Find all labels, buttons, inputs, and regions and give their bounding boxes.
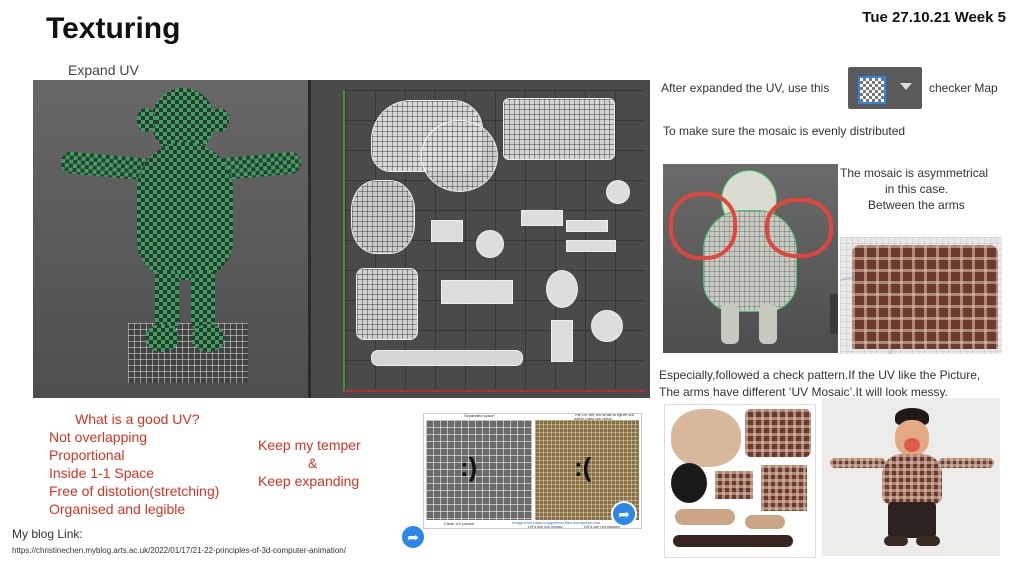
- blog-label: My blog Link:: [12, 527, 83, 541]
- render-shirt: [882, 454, 942, 504]
- motto-line-3: Keep expanding: [258, 473, 360, 489]
- skin-shell: [671, 409, 741, 467]
- uv-shell-small-i: [591, 310, 623, 342]
- motto-line-2: &: [308, 455, 318, 471]
- final-character-render: [822, 398, 1000, 556]
- uv-shell-small-d: [566, 220, 608, 232]
- caption-not-packed: UV's are not packed: [584, 524, 620, 529]
- pattern-text-1: Especially,followed a check pattern.If t…: [659, 368, 981, 382]
- uv-shell-strip: [371, 350, 523, 366]
- character-leg-right: [191, 270, 215, 330]
- good-uv-item: Proportional: [49, 447, 125, 463]
- render-arm-right: [938, 458, 994, 468]
- shoe-shell-2: [745, 515, 785, 529]
- share-arrow-icon[interactable]: ➦: [611, 501, 637, 527]
- sad-face-icon: :(: [574, 452, 592, 482]
- checker-map-label: checker Map: [929, 81, 998, 95]
- uv-shell-small-b: [476, 230, 504, 258]
- character-ear-right: [211, 108, 229, 132]
- good-uv-item: Not overlapping: [49, 429, 148, 445]
- uv-shell-small-f: [546, 270, 578, 308]
- sleeve-shell: [715, 471, 753, 499]
- shoe-shell: [675, 509, 735, 525]
- asymmetry-screenshot: [663, 164, 838, 353]
- uv-shell-small-e: [566, 240, 616, 252]
- asymmetry-text-3: Between the arms: [868, 198, 965, 212]
- uv-shell-small-a: [431, 220, 463, 242]
- page-title: Texturing: [46, 12, 181, 45]
- viewport-scroll-strip: [830, 294, 838, 334]
- uv-comparison-image: :) :( Separated space The UV are too sma…: [423, 413, 642, 529]
- caption-messy: UV's are too messy: [528, 524, 563, 529]
- blog-link[interactable]: https://christinechen.myblog.arts.ac.uk/…: [12, 546, 346, 555]
- asym-leg-right: [759, 304, 777, 344]
- character-leg-left: [155, 270, 179, 330]
- after-expanded-text: After expanded the UV, use this: [661, 81, 830, 95]
- asymmetry-text-1: The mosaic is asymmetrical: [840, 166, 989, 180]
- date-label: Tue 27.10.21 Week 5: [862, 9, 1006, 26]
- character-ear-left: [137, 108, 155, 132]
- happy-face-icon: :): [460, 452, 478, 482]
- asymmetry-text-2: in this case.: [885, 182, 949, 196]
- character-foot-right: [191, 324, 225, 352]
- checker-map-icon: [858, 76, 886, 104]
- uv-shell-circle: [606, 180, 630, 204]
- highlight-circle-left: [669, 192, 737, 260]
- pattern-text-2: The arms have different ‘UV Mosaic’.It w…: [659, 385, 948, 399]
- checker-map-button[interactable]: [848, 67, 922, 109]
- section-subtitle: Expand UV: [68, 62, 139, 78]
- uv-shell-small-g: [551, 320, 573, 362]
- pants-shell: [673, 535, 793, 547]
- plaid-shirt-shell: [852, 245, 998, 349]
- caption-clean: Clean UV pannel: [444, 521, 475, 526]
- render-shoe-right: [916, 536, 940, 546]
- dropdown-arrow-icon[interactable]: [900, 83, 912, 90]
- uv-shell-sole: [351, 180, 415, 254]
- uv-shell-small-h: [441, 280, 513, 304]
- uv-shell-head: [421, 120, 498, 192]
- clean-uv-panel: [426, 420, 532, 520]
- render-nose: [904, 438, 920, 452]
- character-3d-view: [33, 80, 308, 398]
- uv-shell-arm: [356, 268, 418, 340]
- character-body: [137, 142, 233, 280]
- plaid-uv-texture-image: [840, 237, 1002, 354]
- good-uv-item: Organised and legible: [49, 501, 186, 517]
- render-shoe-left: [884, 536, 908, 546]
- note-too-small: The UV are too small to figure out which…: [574, 413, 634, 421]
- character-foot-left: [145, 324, 179, 352]
- motto-line-1: Keep my temper: [258, 437, 361, 453]
- asym-leg-left: [721, 304, 739, 344]
- uv-shell-small-c: [521, 210, 563, 226]
- good-uv-item: Inside 1-1 Space: [49, 465, 155, 481]
- render-arm-left: [830, 458, 886, 468]
- hair-shell: [671, 463, 707, 503]
- highlight-circle-right: [765, 198, 833, 258]
- good-uv-heading: What is a good UV?: [75, 411, 200, 427]
- pocket-shell: [761, 465, 807, 511]
- good-uv-item: Free of distotion(stretching): [49, 483, 220, 499]
- distribution-text: To make sure the mosaic is evenly distri…: [663, 124, 906, 138]
- shirt-shell: [745, 409, 811, 457]
- uv-editor-panel: [311, 80, 650, 398]
- render-pants: [888, 502, 936, 538]
- maya-viewport-image: [33, 80, 650, 398]
- share-arrow-icon[interactable]: ➦: [400, 524, 426, 550]
- note-separated-space: Separated space: [464, 413, 495, 418]
- uv-layout-texture-image: [664, 404, 816, 558]
- uv-shell-shirt: [503, 98, 615, 160]
